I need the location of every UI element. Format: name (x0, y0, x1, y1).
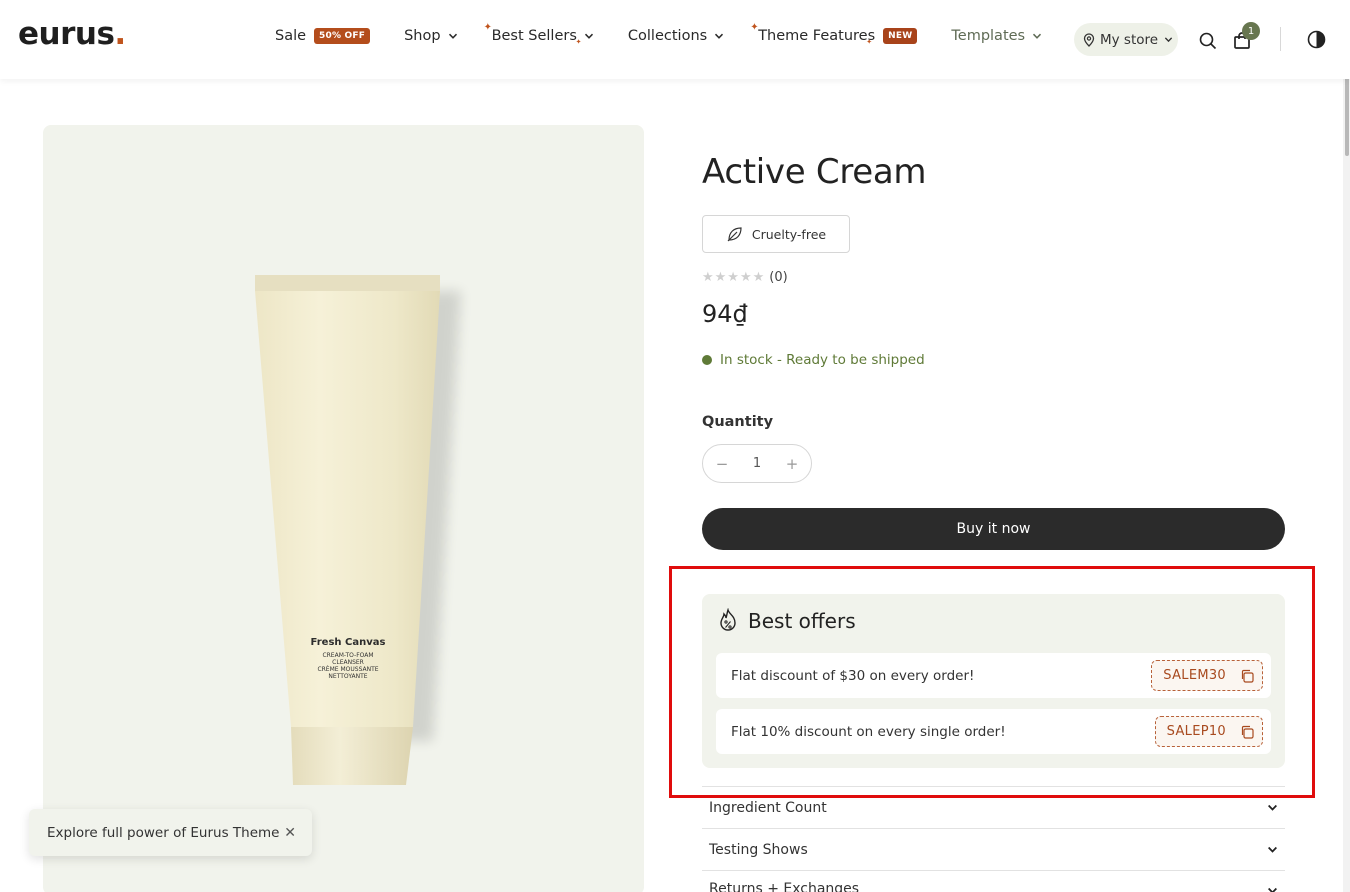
cruelty-free-tag: Cruelty-free (702, 215, 850, 253)
promo-toast[interactable]: Explore full power of Eurus Theme ✕ (29, 809, 312, 856)
site-header: eurus. Sale 50% OFF Shop ✦ Best Sellers … (0, 0, 1350, 79)
decrease-quantity-button[interactable]: − (715, 455, 729, 473)
leaf-icon (727, 227, 742, 242)
star-rating-icon: ★★★★★ (702, 270, 766, 285)
theme-toggle-button[interactable] (1306, 29, 1327, 50)
buy-now-button[interactable]: Buy it now (702, 508, 1285, 550)
product-rating[interactable]: ★★★★★ (0) (702, 270, 788, 285)
main-nav: Sale 50% OFF Shop ✦ Best Sellers ✦ Colle… (275, 22, 1042, 46)
logo-dot: . (114, 16, 126, 52)
product-tube-illustration: Fresh Canvas CREAM-TO-FOAM CLEANSER CRÈM… (255, 275, 461, 785)
search-icon (1199, 32, 1217, 50)
header-divider (1280, 27, 1281, 51)
product-image[interactable]: Fresh Canvas CREAM-TO-FOAM CLEANSER CRÈM… (43, 125, 644, 892)
chevron-down-icon (1268, 846, 1277, 853)
nav-label: Shop (404, 28, 441, 44)
product-label-line: CRÈME MOUSSANTE (317, 665, 378, 673)
tag-label: Cruelty-free (751, 226, 827, 242)
chevron-down-icon (1033, 33, 1042, 39)
chevron-down-icon (584, 33, 593, 39)
nav-label: Sale (275, 28, 307, 44)
nav-item-sale[interactable]: Sale 50% OFF (275, 28, 371, 44)
stock-text: In stock - Ready to be shipped (720, 352, 925, 368)
increase-quantity-button[interactable]: + (785, 455, 799, 473)
chevron-down-icon (1268, 887, 1277, 892)
logo-text: eurus (18, 16, 115, 52)
product-label-line: NETTOYANTE (328, 673, 367, 680)
nav-item-collections[interactable]: Collections (628, 28, 724, 44)
quantity-stepper: − 1 + (702, 444, 812, 483)
product-title: Active Cream (702, 152, 927, 192)
nav-item-best-sellers[interactable]: ✦ Best Sellers ✦ (484, 22, 594, 46)
product-label-line: CLEANSER (332, 659, 364, 666)
nav-label: Theme Features (758, 28, 876, 44)
accordion-testing-shows[interactable]: Testing Shows (702, 828, 1285, 870)
quantity-input[interactable]: 1 (753, 456, 761, 471)
highlight-box (669, 566, 1315, 798)
chevron-down-icon (448, 33, 457, 39)
nav-label: Best Sellers (491, 28, 577, 44)
accordion-returns-exchanges[interactable]: Returns + Exchanges (702, 870, 1285, 892)
sparkle-icon: ✦ (750, 22, 759, 33)
store-selector[interactable]: My store (1074, 23, 1178, 56)
contrast-icon (1307, 30, 1326, 49)
search-button[interactable] (1198, 31, 1218, 51)
quantity-label: Quantity (702, 414, 774, 430)
sale-badge: 50% OFF (314, 28, 371, 44)
logo[interactable]: eurus. (18, 16, 126, 52)
rating-count: (0) (769, 270, 788, 285)
nav-item-theme-features[interactable]: ✦ Theme Features ✦ NEW (750, 22, 918, 46)
sparkle-icon: ✦ (575, 38, 582, 46)
toast-text: Explore full power of Eurus Theme (47, 824, 280, 841)
chevron-down-icon (1268, 804, 1277, 811)
accordion-label: Returns + Exchanges (709, 881, 860, 892)
product-label-line: CREAM-TO-FOAM (322, 652, 373, 659)
store-label: My store (1100, 31, 1159, 48)
accordion-label: Ingredient Count (709, 799, 827, 816)
accordion-ingredient-count[interactable]: Ingredient Count (702, 786, 1285, 828)
product-price: 94₫ (702, 300, 748, 328)
stock-dot-icon (702, 355, 712, 365)
sparkle-icon: ✦ (483, 22, 492, 33)
cart-count-badge: 1 (1242, 22, 1260, 40)
location-pin-icon (1083, 32, 1095, 47)
nav-item-templates[interactable]: Templates (951, 28, 1042, 44)
product-brand: Fresh Canvas (311, 637, 386, 648)
new-badge: NEW (883, 28, 918, 44)
nav-label: Templates (951, 28, 1026, 44)
sparkle-icon: ✦ (866, 38, 873, 46)
accordion-label: Testing Shows (709, 841, 808, 858)
close-icon[interactable]: ✕ (284, 825, 296, 841)
nav-item-shop[interactable]: Shop (404, 28, 457, 44)
chevron-down-icon (715, 33, 724, 39)
nav-label: Collections (627, 28, 708, 44)
chevron-down-icon (1164, 37, 1173, 43)
stock-status: In stock - Ready to be shipped (702, 352, 925, 368)
